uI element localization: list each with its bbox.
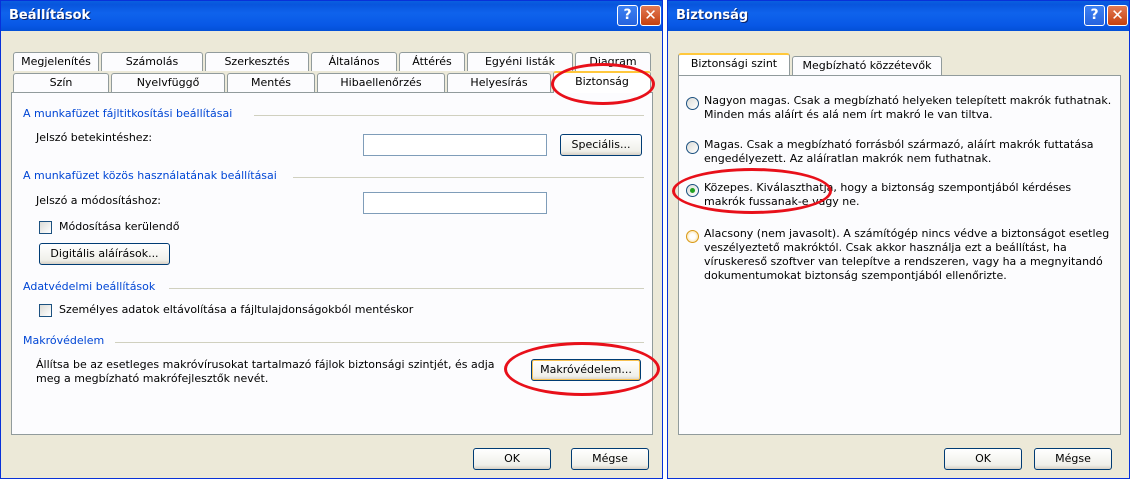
remove-personal-info-checkbox[interactable] — [39, 304, 52, 317]
sharing-group-title: A munkafüzet közös használatának beállít… — [23, 169, 277, 182]
security-titlebar[interactable]: Biztonság ? ✕ — [668, 1, 1129, 31]
help-icon[interactable]: ? — [617, 5, 638, 26]
option-low-text: Alacsony (nem javasolt). A számítógép ni… — [704, 227, 1110, 282]
read-only-checkbox[interactable] — [39, 221, 52, 234]
tab-szerkesztes[interactable]: Szerkesztés — [205, 52, 309, 71]
macro-description: Állítsa be az esetleges makróvírusokat t… — [36, 358, 495, 385]
settings-title: Beállítások — [9, 8, 91, 23]
tab-atteres[interactable]: Áttérés — [399, 52, 465, 71]
settings-titlebar[interactable]: Beállítások ? ✕ — [1, 1, 662, 31]
option-high-text: Magas. Csak a megbízható forrásból szárm… — [704, 138, 1094, 165]
cancel-button[interactable]: Mégse — [571, 448, 649, 470]
close-icon[interactable]: ✕ — [1107, 5, 1128, 26]
radio-low[interactable] — [686, 230, 699, 243]
view-password-input[interactable] — [363, 134, 547, 156]
tab-hibaellenorzes[interactable]: Hibaellenőrzés — [317, 73, 445, 92]
tab-nyelvfuggo[interactable]: Nyelvfüggő — [111, 73, 225, 92]
ok-button[interactable]: OK — [473, 448, 551, 470]
tab-altalanos[interactable]: Általános — [311, 52, 397, 71]
digital-signatures-button[interactable]: Digitális aláírások... — [39, 243, 170, 265]
tab-diagram[interactable]: Diagram — [575, 52, 651, 71]
macro-divider — [115, 342, 644, 343]
encryption-group-title: A munkafüzet fájltitkosítási beállításai — [23, 107, 233, 120]
tab-trusted-publishers[interactable]: Megbízható közzétevők — [792, 56, 942, 75]
tab-mentes[interactable]: Mentés — [227, 73, 315, 92]
security-title: Biztonság — [676, 8, 749, 23]
modify-password-label: Jelszó a módosításhoz: — [36, 194, 161, 207]
close-icon[interactable]: ✕ — [640, 5, 661, 26]
advanced-button[interactable]: Speciális... — [560, 134, 642, 156]
sharing-divider — [293, 177, 644, 178]
radio-medium[interactable] — [686, 184, 699, 197]
macro-security-button[interactable]: Makróvédelem... — [531, 359, 641, 381]
option-very-high-text: Nagyon magas. Csak a megbízható helyeken… — [704, 94, 1112, 121]
privacy-divider — [169, 288, 644, 289]
cancel-button[interactable]: Mégse — [1034, 448, 1112, 470]
security-dialog: Biztonság ? ✕ Biztonsági szint Megbízhat… — [667, 0, 1130, 479]
help-icon[interactable]: ? — [1084, 5, 1105, 26]
tab-szin[interactable]: Szín — [13, 73, 109, 92]
option-medium-text: Közepes. Kiválaszthatja, hogy a biztonsá… — [704, 181, 1072, 208]
tab-szamolas[interactable]: Számolás — [101, 52, 203, 71]
tab-security-level[interactable]: Biztonsági szint — [678, 53, 790, 75]
view-password-label: Jelszó betekintéshez: — [36, 131, 153, 144]
tab-helyesiras[interactable]: Helyesírás — [447, 73, 551, 92]
remove-personal-info-label: Személyes adatok eltávolítása a fájltula… — [59, 303, 414, 316]
read-only-label: Módosítása kerülendő — [59, 220, 180, 233]
encryption-divider — [254, 115, 644, 116]
settings-dialog: Beállítások ? ✕ Megjelenítés Számolás Sz… — [0, 0, 663, 479]
tab-biztonsag[interactable]: Biztonság — [553, 71, 651, 93]
tab-egyeni-listak[interactable]: Egyéni listák — [467, 52, 573, 71]
tab-megjelenites[interactable]: Megjelenítés — [13, 52, 99, 71]
privacy-group-title: Adatvédelmi beállítások — [23, 280, 156, 293]
macro-group-title: Makróvédelem — [23, 334, 105, 347]
radio-high[interactable] — [686, 141, 699, 154]
radio-very-high[interactable] — [686, 97, 699, 110]
modify-password-input[interactable] — [363, 192, 547, 214]
ok-button[interactable]: OK — [944, 448, 1022, 470]
